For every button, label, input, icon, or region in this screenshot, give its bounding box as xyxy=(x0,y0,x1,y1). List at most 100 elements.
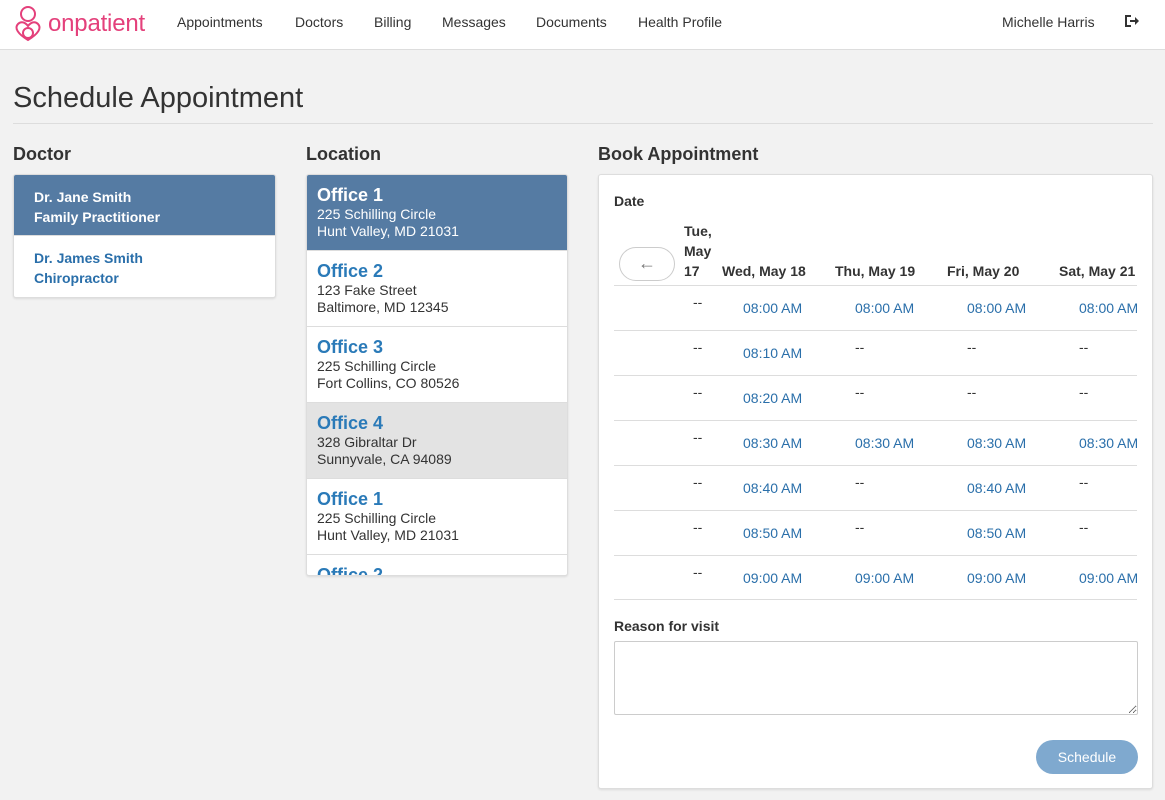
nav-billing[interactable]: Billing xyxy=(374,14,411,30)
nav-messages[interactable]: Messages xyxy=(442,14,506,30)
location-item[interactable]: Office 3 225 Schilling Circle Fort Colli… xyxy=(307,327,567,403)
location-name: Office 2 xyxy=(317,565,384,576)
calendar-grid: Tue, May 17 Wed, May 18 Thu, May 19 Fri,… xyxy=(614,215,1137,602)
day-header: Thu, May 19 xyxy=(835,263,916,279)
unavailable-slot: -- xyxy=(967,384,977,400)
day-header: Tue, May 17 xyxy=(684,223,712,279)
location-item[interactable]: Office 1 225 Schilling Circle Hunt Valle… xyxy=(307,479,567,555)
doctor-item[interactable]: Dr. Jane Smith Family Practitioner xyxy=(14,175,275,236)
doctor-specialty: Chiropractor xyxy=(34,270,119,286)
unavailable-slot: -- xyxy=(855,519,865,535)
date-label: Date xyxy=(614,193,645,209)
unavailable-slot: -- xyxy=(693,564,703,580)
reason-label: Reason for visit xyxy=(614,618,720,634)
time-slot-link[interactable]: 08:00 AM xyxy=(743,300,802,316)
unavailable-slot: -- xyxy=(693,339,703,355)
time-slot-link[interactable]: 08:30 AM xyxy=(855,435,914,451)
schedule-button[interactable]: Schedule xyxy=(1036,740,1138,774)
book-appointment-panel: Date Tue, May 17 Wed, May 18 Thu, May 19… xyxy=(598,174,1153,789)
time-slot-link[interactable]: 08:30 AM xyxy=(743,435,802,451)
location-name: Office 4 xyxy=(317,413,384,433)
time-slot-link[interactable]: 08:30 AM xyxy=(1079,435,1137,451)
unavailable-slot: -- xyxy=(693,384,703,400)
time-slot-link[interactable]: 09:00 AM xyxy=(1079,570,1137,586)
sign-out-icon[interactable] xyxy=(1123,12,1141,30)
day-header: Wed, May 18 xyxy=(722,263,806,279)
page-title: Schedule Appointment xyxy=(13,82,304,114)
time-slot-link[interactable]: 09:00 AM xyxy=(967,570,1026,586)
doctor-name: Dr. James Smith xyxy=(34,250,143,266)
location-name: Office 1 xyxy=(317,489,384,509)
time-slot-link[interactable]: 08:50 AM xyxy=(967,525,1026,541)
time-slot-link[interactable]: 08:50 AM xyxy=(743,525,802,541)
brand-name: onpatient xyxy=(48,10,145,37)
location-list[interactable]: Office 1 225 Schilling Circle Hunt Valle… xyxy=(306,174,568,576)
prev-week-button[interactable]: ← xyxy=(619,247,675,281)
time-slot-link[interactable]: 09:00 AM xyxy=(855,570,914,586)
onpatient-logo-icon xyxy=(15,6,41,42)
time-slot-row: -- 08:00 AM 08:00 AM 08:00 AM 08:00 AM xyxy=(614,285,1137,330)
reason-textarea[interactable] xyxy=(614,641,1138,715)
nav-appointments[interactable]: Appointments xyxy=(177,14,263,30)
time-slot-link[interactable]: 08:30 AM xyxy=(967,435,1026,451)
location-street: 225 Schilling Circle xyxy=(317,206,437,222)
doctor-list: Dr. Jane Smith Family Practitioner Dr. J… xyxy=(13,174,276,298)
time-slot-link[interactable]: 08:20 AM xyxy=(743,390,802,406)
location-item[interactable]: Office 2 123 Fake Street Baltimore, MD 1… xyxy=(307,251,567,327)
brand-logo[interactable]: onpatient xyxy=(12,4,145,44)
location-name: Office 3 xyxy=(317,337,384,357)
unavailable-slot: -- xyxy=(1079,384,1089,400)
day-header: Sat, May 21 xyxy=(1059,263,1136,279)
user-name[interactable]: Michelle Harris xyxy=(1002,14,1095,30)
unavailable-slot: -- xyxy=(967,339,977,355)
location-city: Hunt Valley, MD 21031 xyxy=(317,527,459,543)
location-street: 123 Fake Street xyxy=(317,282,417,298)
book-appointment-heading: Book Appointment xyxy=(598,144,759,164)
time-slot-link[interactable]: 08:40 AM xyxy=(967,480,1026,496)
unavailable-slot: -- xyxy=(855,339,865,355)
unavailable-slot: -- xyxy=(693,474,703,490)
title-divider xyxy=(13,123,1153,124)
time-slot-row: -- 09:00 AM 09:00 AM 09:00 AM 09:00 AM xyxy=(614,555,1137,600)
location-item[interactable]: Office 4 328 Gibraltar Dr Sunnyvale, CA … xyxy=(307,403,567,479)
unavailable-slot: -- xyxy=(1079,339,1089,355)
arrow-left-icon: ← xyxy=(638,253,656,273)
time-slot-link[interactable]: 08:00 AM xyxy=(1079,300,1137,316)
location-city: Hunt Valley, MD 21031 xyxy=(317,223,459,239)
location-street: 328 Gibraltar Dr xyxy=(317,434,417,450)
nav-doctors[interactable]: Doctors xyxy=(295,14,343,30)
location-street: 225 Schilling Circle xyxy=(317,510,437,526)
time-slot-row: -- 08:50 AM -- 08:50 AM -- xyxy=(614,510,1137,555)
nav-documents[interactable]: Documents xyxy=(536,14,607,30)
time-slot-link[interactable]: 08:00 AM xyxy=(855,300,914,316)
top-navbar: onpatient Appointments Doctors Billing M… xyxy=(0,0,1165,50)
unavailable-slot: -- xyxy=(855,474,865,490)
doctor-heading: Doctor xyxy=(13,144,71,164)
day-header: Fri, May 20 xyxy=(947,263,1020,279)
time-slot-row: -- 08:20 AM -- -- -- xyxy=(614,375,1137,420)
doctor-specialty: Family Practitioner xyxy=(34,209,161,225)
unavailable-slot: -- xyxy=(1079,474,1089,490)
time-slot-row: -- 08:10 AM -- -- -- xyxy=(614,330,1137,375)
time-slot-link[interactable]: 08:10 AM xyxy=(743,345,802,361)
location-city: Sunnyvale, CA 94089 xyxy=(317,451,452,467)
location-city: Baltimore, MD 12345 xyxy=(317,299,449,315)
location-item[interactable]: Office 1 225 Schilling Circle Hunt Valle… xyxy=(307,175,567,251)
unavailable-slot: -- xyxy=(693,294,703,310)
location-street: 225 Schilling Circle xyxy=(317,358,437,374)
time-slot-link[interactable]: 08:40 AM xyxy=(743,480,802,496)
location-city: Fort Collins, CO 80526 xyxy=(317,375,460,391)
location-item[interactable]: Office 2 xyxy=(307,555,567,576)
time-slot-row: -- 08:30 AM 08:30 AM 08:30 AM 08:30 AM xyxy=(614,420,1137,465)
doctor-item[interactable]: Dr. James Smith Chiropractor xyxy=(14,236,275,297)
unavailable-slot: -- xyxy=(855,384,865,400)
time-slot-row: -- 08:40 AM -- 08:40 AM -- xyxy=(614,465,1137,510)
nav-health-profile[interactable]: Health Profile xyxy=(638,14,722,30)
unavailable-slot: -- xyxy=(1079,519,1089,535)
location-name: Office 1 xyxy=(317,185,384,205)
doctor-name: Dr. Jane Smith xyxy=(34,189,132,205)
time-slot-link[interactable]: 08:00 AM xyxy=(967,300,1026,316)
location-name: Office 2 xyxy=(317,261,384,281)
time-slot-link[interactable]: 09:00 AM xyxy=(743,570,802,586)
location-heading: Location xyxy=(306,144,381,164)
